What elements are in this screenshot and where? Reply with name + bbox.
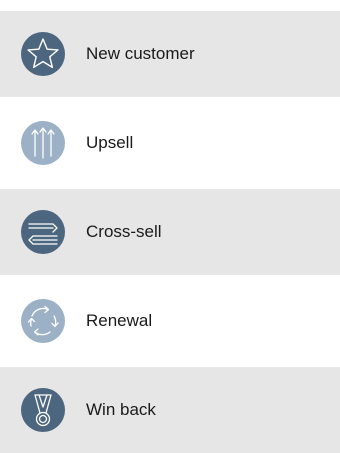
item-label: Upsell	[86, 133, 134, 152]
item-label: Win back	[86, 400, 156, 419]
cycle-icon	[20, 298, 66, 344]
cross-arrows-icon	[20, 209, 66, 255]
arrows-up-icon	[20, 120, 66, 166]
list-item-upsell[interactable]: Upsell	[0, 100, 340, 186]
item-label: Renewal	[86, 311, 153, 330]
item-label: New customer	[86, 44, 195, 63]
list-item-win-back[interactable]: Win back	[0, 367, 340, 453]
list-item-new-customer[interactable]: New customer	[0, 11, 340, 97]
list-item-renewal[interactable]: Renewal	[0, 278, 340, 364]
star-icon	[20, 31, 66, 77]
list-item-cross-sell[interactable]: Cross-sell	[0, 189, 340, 275]
item-label: Cross-sell	[86, 222, 162, 241]
option-list: New customer Upsell Cross-sell Renewal W…	[0, 0, 340, 453]
medal-icon	[20, 387, 66, 433]
